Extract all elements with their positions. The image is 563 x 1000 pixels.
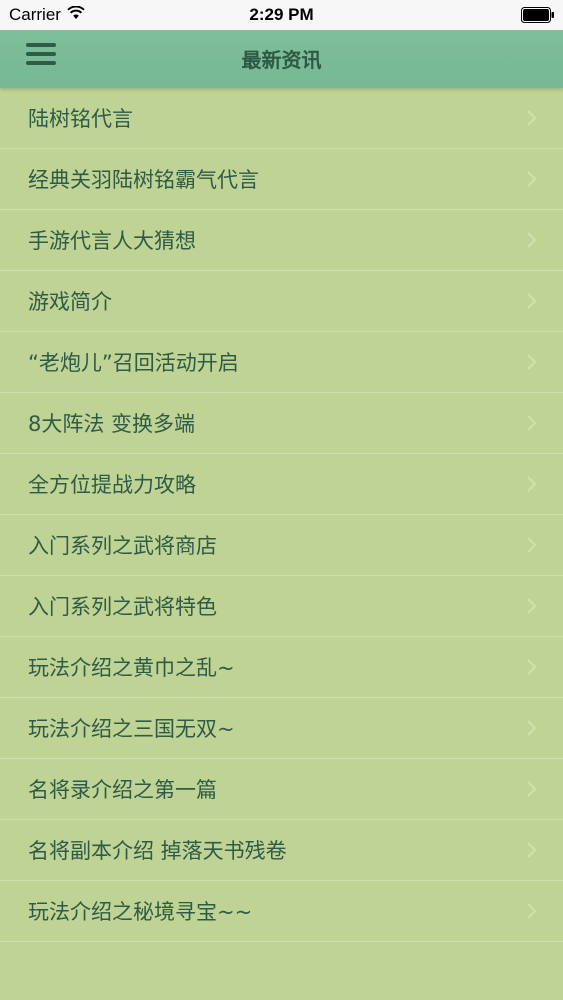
list-item[interactable]: 玩法介绍之黄巾之乱~ xyxy=(0,637,563,698)
list-item[interactable]: 手游代言人大猜想 xyxy=(0,210,563,271)
chevron-right-icon xyxy=(527,781,537,797)
list-item-label: 名将副本介绍 掉落天书残卷 xyxy=(28,839,287,863)
list-item-label: 全方位提战力攻略 xyxy=(28,473,196,497)
battery-icon xyxy=(521,7,555,23)
list-item[interactable]: 经典关羽陆树铭霸气代言 xyxy=(0,149,563,210)
chevron-right-icon xyxy=(527,171,537,187)
list-item[interactable]: 玩法介绍之秘境寻宝~~ xyxy=(0,881,563,942)
chevron-right-icon xyxy=(527,232,537,248)
list-item[interactable]: 陆树铭代言 xyxy=(0,88,563,149)
list-item[interactable]: 名将副本介绍 掉落天书残卷 xyxy=(0,820,563,881)
list-item-label: 入门系列之武将特色 xyxy=(28,595,217,619)
list-item-label: 入门系列之武将商店 xyxy=(28,534,217,558)
list-item-label: 玩法介绍之三国无双~ xyxy=(28,717,235,741)
list-item[interactable]: “老炮儿”召回活动开启 xyxy=(0,332,563,393)
chevron-right-icon xyxy=(527,659,537,675)
chevron-right-icon xyxy=(527,598,537,614)
list-item-label: 陆树铭代言 xyxy=(28,107,133,131)
status-bar: Carrier 2:29 PM xyxy=(0,0,563,30)
chevron-right-icon xyxy=(527,903,537,919)
list-item[interactable]: 名将录介绍之第一篇 xyxy=(0,759,563,820)
list-item[interactable]: 入门系列之武将特色 xyxy=(0,576,563,637)
list-item-label: 玩法介绍之黄巾之乱~ xyxy=(28,656,235,680)
chevron-right-icon xyxy=(527,476,537,492)
list-item-label: “老炮儿”召回活动开启 xyxy=(28,351,239,375)
chevron-right-icon xyxy=(527,842,537,858)
chevron-right-icon xyxy=(527,537,537,553)
news-list: 陆树铭代言经典关羽陆树铭霸气代言 手游代言人大猜想 游戏简介 “老炮儿”召回活动开启 8… xyxy=(0,88,563,942)
list-item-label: 名将录介绍之第一篇 xyxy=(28,778,217,802)
list-item-label: 手游代言人大猜想 xyxy=(28,229,196,253)
page-title: 最新资讯 xyxy=(241,48,322,72)
list-item[interactable]: 8大阵法 变换多端 xyxy=(0,393,563,454)
list-item[interactable]: 全方位提战力攻略 xyxy=(0,454,563,515)
chevron-right-icon xyxy=(527,415,537,431)
chevron-right-icon xyxy=(527,110,537,126)
status-time: 2:29 PM xyxy=(249,5,314,24)
chevron-right-icon xyxy=(527,293,537,309)
list-item-label: 8大阵法 变换多端 xyxy=(28,412,196,436)
list-item-label: 游戏简介 xyxy=(28,290,112,314)
list-item-label: 经典关羽陆树铭霸气代言 xyxy=(28,168,259,192)
list-item[interactable]: 玩法介绍之三国无双~ xyxy=(0,698,563,759)
chevron-right-icon xyxy=(527,720,537,736)
chevron-right-icon xyxy=(527,354,537,370)
list-item[interactable]: 游戏简介 xyxy=(0,271,563,332)
navigation-bar: 最新资讯 xyxy=(0,30,563,88)
list-item[interactable]: 入门系列之武将商店 xyxy=(0,515,563,576)
list-item-label: 玩法介绍之秘境寻宝~~ xyxy=(28,900,253,924)
